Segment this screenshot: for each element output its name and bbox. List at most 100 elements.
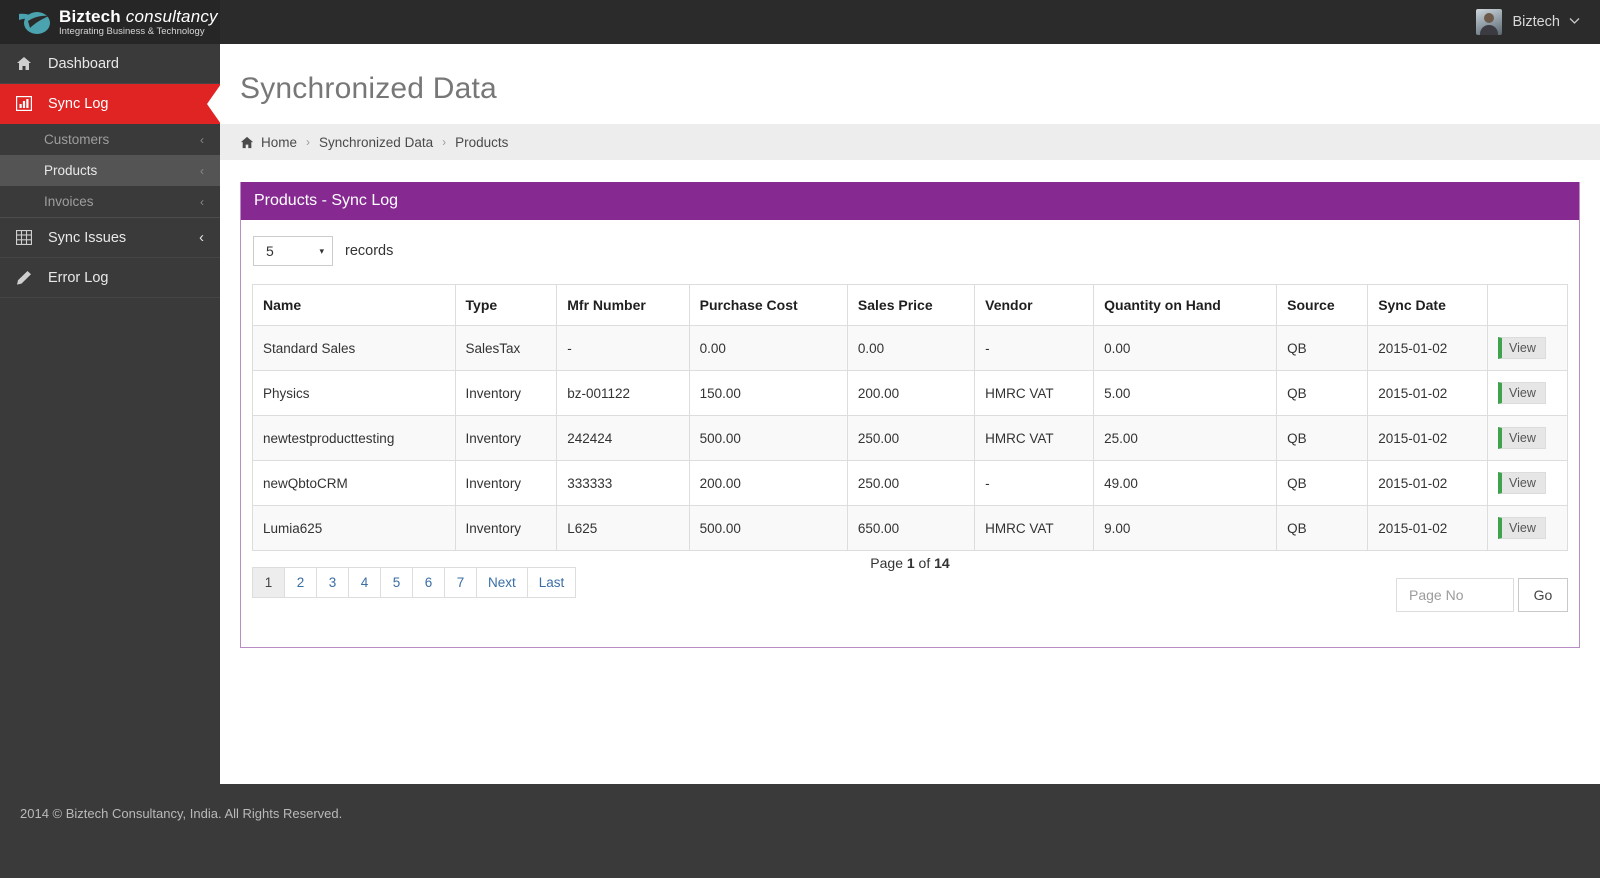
breadcrumb-separator: › bbox=[442, 135, 447, 149]
sidebar-item-label: Error Log bbox=[48, 269, 109, 286]
cell-purchase-cost: 200.00 bbox=[688, 460, 848, 506]
cell-vendor: HMRC VAT bbox=[974, 370, 1095, 416]
cell-sync-date: 2015-01-02 bbox=[1367, 325, 1488, 371]
breadcrumb-separator: › bbox=[306, 135, 311, 149]
records-label: records bbox=[345, 243, 394, 259]
view-button[interactable]: View bbox=[1498, 337, 1546, 359]
panel-body: 5 ▾ records Name Type Mfr Number Purchas… bbox=[241, 220, 1579, 647]
breadcrumb-item-home[interactable]: Home bbox=[261, 135, 297, 150]
page-link-7[interactable]: 7 bbox=[444, 567, 476, 598]
table-row[interactable]: Standard Sales SalesTax - 0.00 0.00 - 0.… bbox=[252, 325, 1568, 371]
page-no-input[interactable]: Page No bbox=[1396, 578, 1514, 612]
chevron-left-icon: ‹ bbox=[199, 229, 204, 246]
page-link-5[interactable]: 5 bbox=[380, 567, 412, 598]
column-header-name[interactable]: Name bbox=[252, 284, 456, 326]
sidebar-item-invoices[interactable]: Invoices ‹ bbox=[0, 186, 220, 217]
column-header-purchase-cost[interactable]: Purchase Cost bbox=[688, 284, 848, 326]
products-sync-log-panel: Products - Sync Log 5 ▾ records Name Typ… bbox=[240, 182, 1580, 648]
bar-chart-icon bbox=[16, 96, 38, 111]
chevron-down-icon: ▾ bbox=[319, 245, 324, 256]
cell-type: Inventory bbox=[454, 370, 558, 416]
cell-source: QB bbox=[1276, 325, 1369, 371]
cell-source: QB bbox=[1276, 415, 1369, 461]
page-link-3[interactable]: 3 bbox=[316, 567, 348, 598]
view-button[interactable]: View bbox=[1498, 472, 1546, 494]
table-row[interactable]: Physics Inventory bz-001122 150.00 200.0… bbox=[252, 370, 1568, 416]
table-body: Standard Sales SalesTax - 0.00 0.00 - 0.… bbox=[252, 325, 1568, 551]
view-button[interactable]: View bbox=[1498, 427, 1546, 449]
brand-logo[interactable]: Biztech consultancy Integrating Business… bbox=[0, 0, 220, 44]
table-row[interactable]: newtestproducttesting Inventory 242424 5… bbox=[252, 415, 1568, 461]
view-button[interactable]: View bbox=[1498, 517, 1546, 539]
cell-actions: View bbox=[1487, 460, 1568, 506]
column-header-source[interactable]: Source bbox=[1276, 284, 1369, 326]
user-name-label: Biztech bbox=[1512, 14, 1560, 30]
cell-sales-price: 650.00 bbox=[846, 505, 976, 551]
table-header-row: Name Type Mfr Number Purchase Cost Sales… bbox=[252, 284, 1568, 326]
sidebar-item-sync-issues[interactable]: Sync Issues ‹ bbox=[0, 218, 220, 258]
page-indicator-current: 1 bbox=[906, 555, 915, 571]
records-per-page-select[interactable]: 5 ▾ bbox=[253, 236, 333, 266]
cell-vendor: - bbox=[974, 460, 1095, 506]
avatar bbox=[1476, 9, 1503, 35]
cell-purchase-cost: 500.00 bbox=[688, 415, 848, 461]
go-button[interactable]: Go bbox=[1518, 578, 1568, 612]
cell-actions: View bbox=[1487, 505, 1568, 551]
column-header-sync-date[interactable]: Sync Date bbox=[1367, 284, 1488, 326]
sidebar-item-label: Sync Issues bbox=[48, 229, 127, 246]
column-header-mfr-number[interactable]: Mfr Number bbox=[556, 284, 690, 326]
cell-sync-date: 2015-01-02 bbox=[1367, 460, 1488, 506]
breadcrumb: Home › Synchronized Data › Products bbox=[220, 124, 1600, 160]
table-grid-icon bbox=[16, 230, 38, 245]
cell-mfr-number: 242424 bbox=[556, 415, 690, 461]
column-header-type[interactable]: Type bbox=[454, 284, 558, 326]
cell-actions: View bbox=[1487, 370, 1568, 416]
sidebar-item-sync-log[interactable]: Sync Log bbox=[0, 84, 221, 124]
products-table: Name Type Mfr Number Purchase Cost Sales… bbox=[252, 284, 1568, 551]
cell-type: Inventory bbox=[454, 415, 558, 461]
sidebar-item-dashboard[interactable]: Dashboard bbox=[0, 44, 220, 84]
table-row[interactable]: Lumia625 Inventory L625 500.00 650.00 HM… bbox=[252, 505, 1568, 551]
breadcrumb-item-synchronized-data[interactable]: Synchronized Data bbox=[319, 135, 433, 150]
sidebar-subitem-label: Customers bbox=[44, 132, 110, 147]
cell-source: QB bbox=[1276, 460, 1369, 506]
pagination-links: 1 2 3 4 5 6 7 Next Last bbox=[252, 567, 577, 598]
swoosh-circle-icon bbox=[18, 7, 52, 37]
view-button[interactable]: View bbox=[1498, 382, 1546, 404]
page-link-last[interactable]: Last bbox=[526, 567, 577, 598]
sidebar-item-customers[interactable]: Customers ‹ bbox=[0, 124, 220, 155]
cell-quantity-on-hand: 9.00 bbox=[1093, 505, 1278, 551]
footer-copyright: 2014 © Biztech Consultancy, India. All R… bbox=[20, 806, 343, 821]
brand-title: Biztech consultancy bbox=[59, 8, 218, 25]
cell-name: newtestproducttesting bbox=[252, 415, 456, 461]
page-link-2[interactable]: 2 bbox=[284, 567, 316, 598]
column-header-quantity-on-hand[interactable]: Quantity on Hand bbox=[1093, 284, 1278, 326]
cell-vendor: - bbox=[974, 325, 1095, 371]
footer: 2014 © Biztech Consultancy, India. All R… bbox=[0, 784, 1600, 878]
page-indicator-total: 14 bbox=[934, 555, 950, 571]
cell-name: Physics bbox=[252, 370, 456, 416]
table-row[interactable]: newQbtoCRM Inventory 333333 200.00 250.0… bbox=[252, 460, 1568, 506]
page-jump-group: Page No Go bbox=[1396, 578, 1568, 612]
page-link-4[interactable]: 4 bbox=[348, 567, 380, 598]
page-link-1[interactable]: 1 bbox=[252, 567, 284, 598]
cell-purchase-cost: 0.00 bbox=[688, 325, 848, 371]
page-indicator: Page 1 of 14 bbox=[252, 555, 1568, 571]
brand-title-bold: Biztech bbox=[59, 6, 121, 26]
column-header-vendor[interactable]: Vendor bbox=[974, 284, 1095, 326]
sidebar-item-error-log[interactable]: Error Log bbox=[0, 258, 220, 298]
page-link-next[interactable]: Next bbox=[476, 567, 527, 598]
user-menu[interactable]: Biztech bbox=[1476, 0, 1600, 44]
chevron-left-icon: ‹ bbox=[200, 163, 204, 178]
page-indicator-prefix: Page bbox=[870, 555, 907, 571]
sidebar-item-products[interactable]: Products ‹ bbox=[0, 155, 220, 186]
home-icon bbox=[16, 56, 38, 71]
chevron-down-icon[interactable] bbox=[1569, 17, 1580, 28]
column-header-sales-price[interactable]: Sales Price bbox=[846, 284, 976, 326]
cell-name: Lumia625 bbox=[252, 505, 456, 551]
sidebar-item-label: Dashboard bbox=[48, 55, 119, 72]
page-link-6[interactable]: 6 bbox=[412, 567, 444, 598]
cell-type: SalesTax bbox=[454, 325, 558, 371]
cell-mfr-number: 333333 bbox=[556, 460, 690, 506]
sidebar: Dashboard Sync Log Customers ‹ Products … bbox=[0, 44, 221, 784]
